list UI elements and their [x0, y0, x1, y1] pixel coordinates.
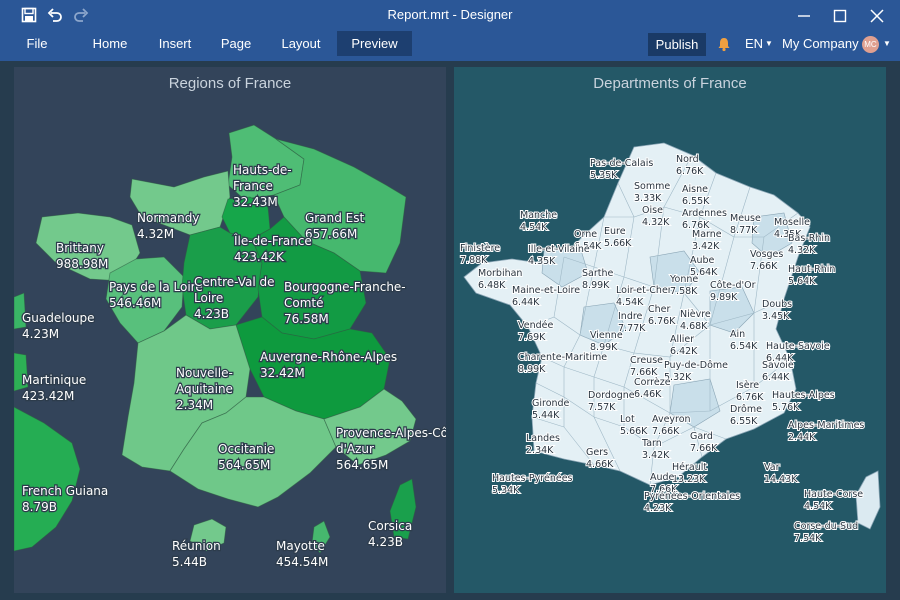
region-label-reunion: Réunion 5.44B — [172, 539, 221, 569]
menu-bar: File Home Insert Page Layout Preview Pub… — [0, 31, 900, 58]
department-label-drome: Drôme 6.55K — [730, 404, 762, 427]
title-bar: Report.mrt - Designer — [0, 0, 900, 31]
departments-map-panel: Departments of France Pas-de-Calais 5.35K… — [454, 67, 886, 593]
region-label-martinique: Martinique 423.42M — [22, 373, 86, 403]
department-label-manche: Manche 4.54K — [520, 210, 557, 233]
menu-home[interactable]: Home — [82, 31, 138, 56]
close-button[interactable] — [866, 5, 888, 27]
menu-file[interactable]: File — [14, 31, 60, 56]
region-label-guadeloupe: Guadeloupe 4.23M — [22, 311, 95, 341]
department-label-haut-rhin: Haut-Rhin 5.64K — [788, 264, 835, 287]
region-french-guiana[interactable] — [14, 406, 81, 552]
department-label-savoie: Savoie 6.44K — [762, 360, 794, 383]
language-chevron-icon[interactable]: ▼ — [765, 31, 773, 56]
department-label-doubs: Doubs 3.45K — [762, 299, 792, 322]
department-label-allier: Allier 6.42K — [670, 334, 698, 357]
menu-layout[interactable]: Layout — [272, 31, 330, 56]
department-label-meuse: Meuse 8.77K — [730, 213, 761, 236]
department-label-marne: Marne 3.42K — [692, 229, 722, 252]
maximize-button[interactable] — [829, 5, 851, 27]
bell-icon[interactable] — [716, 36, 732, 52]
preview-area: Regions of France Hauts-de-France 32.43M… — [0, 58, 900, 600]
department-label-hautes-alpes: Hautes-Alpes 5.76K — [772, 390, 835, 413]
avatar[interactable]: MC — [862, 36, 879, 53]
region-normandy[interactable] — [129, 170, 231, 236]
regions-map: Hauts-de-France 32.43MNormandy 4.32MBritta… — [14, 124, 446, 570]
menu-page[interactable]: Page — [212, 31, 260, 56]
department-label-aisne: Aisne 6.55K — [682, 184, 710, 207]
departments-corsica[interactable] — [855, 470, 881, 530]
department-label-hautes-pyrenees: Hautes-Pyrénées 5.34K — [492, 473, 573, 496]
menu-insert[interactable]: Insert — [148, 31, 202, 56]
department-label-haute-corse: Haute-Corse 4.54K — [804, 489, 863, 512]
region-label-mayotte: Mayotte 454.54M — [276, 539, 328, 569]
department-label-nord: Nord 6.76K — [676, 154, 704, 177]
department-label-corse-du-sud: Corse-du-Sud 7.54K — [794, 521, 858, 544]
window-title: Report.mrt - Designer — [387, 7, 513, 22]
departments-map: Pas-de-Calais 5.35KNord 6.76KSomme 3.33KAis… — [459, 142, 881, 545]
regions-map-panel: Regions of France Hauts-de-France 32.43M… — [14, 67, 446, 593]
department-label-herault: Hérault 13.23K — [672, 462, 707, 485]
department-label-sarthe: Sarthe 8.99K — [582, 268, 614, 291]
department-label-yonne: Yonne 7.58K — [669, 274, 698, 297]
department-label-var: Var 14.43K — [764, 462, 798, 485]
department-label-pyrenees-orientales: Pyrénées-Orientales 4.23K — [644, 491, 740, 514]
account-chevron-icon[interactable]: ▼ — [883, 31, 891, 56]
menu-preview[interactable]: Preview — [337, 31, 412, 56]
department-label-bas-rhin: Bas-Rhin 4.32K — [788, 233, 830, 256]
language-selector[interactable]: EN — [745, 31, 763, 56]
company-selector[interactable]: My Company — [782, 31, 859, 56]
minimize-button[interactable] — [793, 5, 815, 27]
department-label-nievre: Nièvre 4.68K — [680, 309, 711, 332]
department-label-alpes-maritimes: Alpes-Maritimes 2.44K — [788, 420, 864, 443]
publish-button[interactable]: Publish — [648, 33, 706, 56]
